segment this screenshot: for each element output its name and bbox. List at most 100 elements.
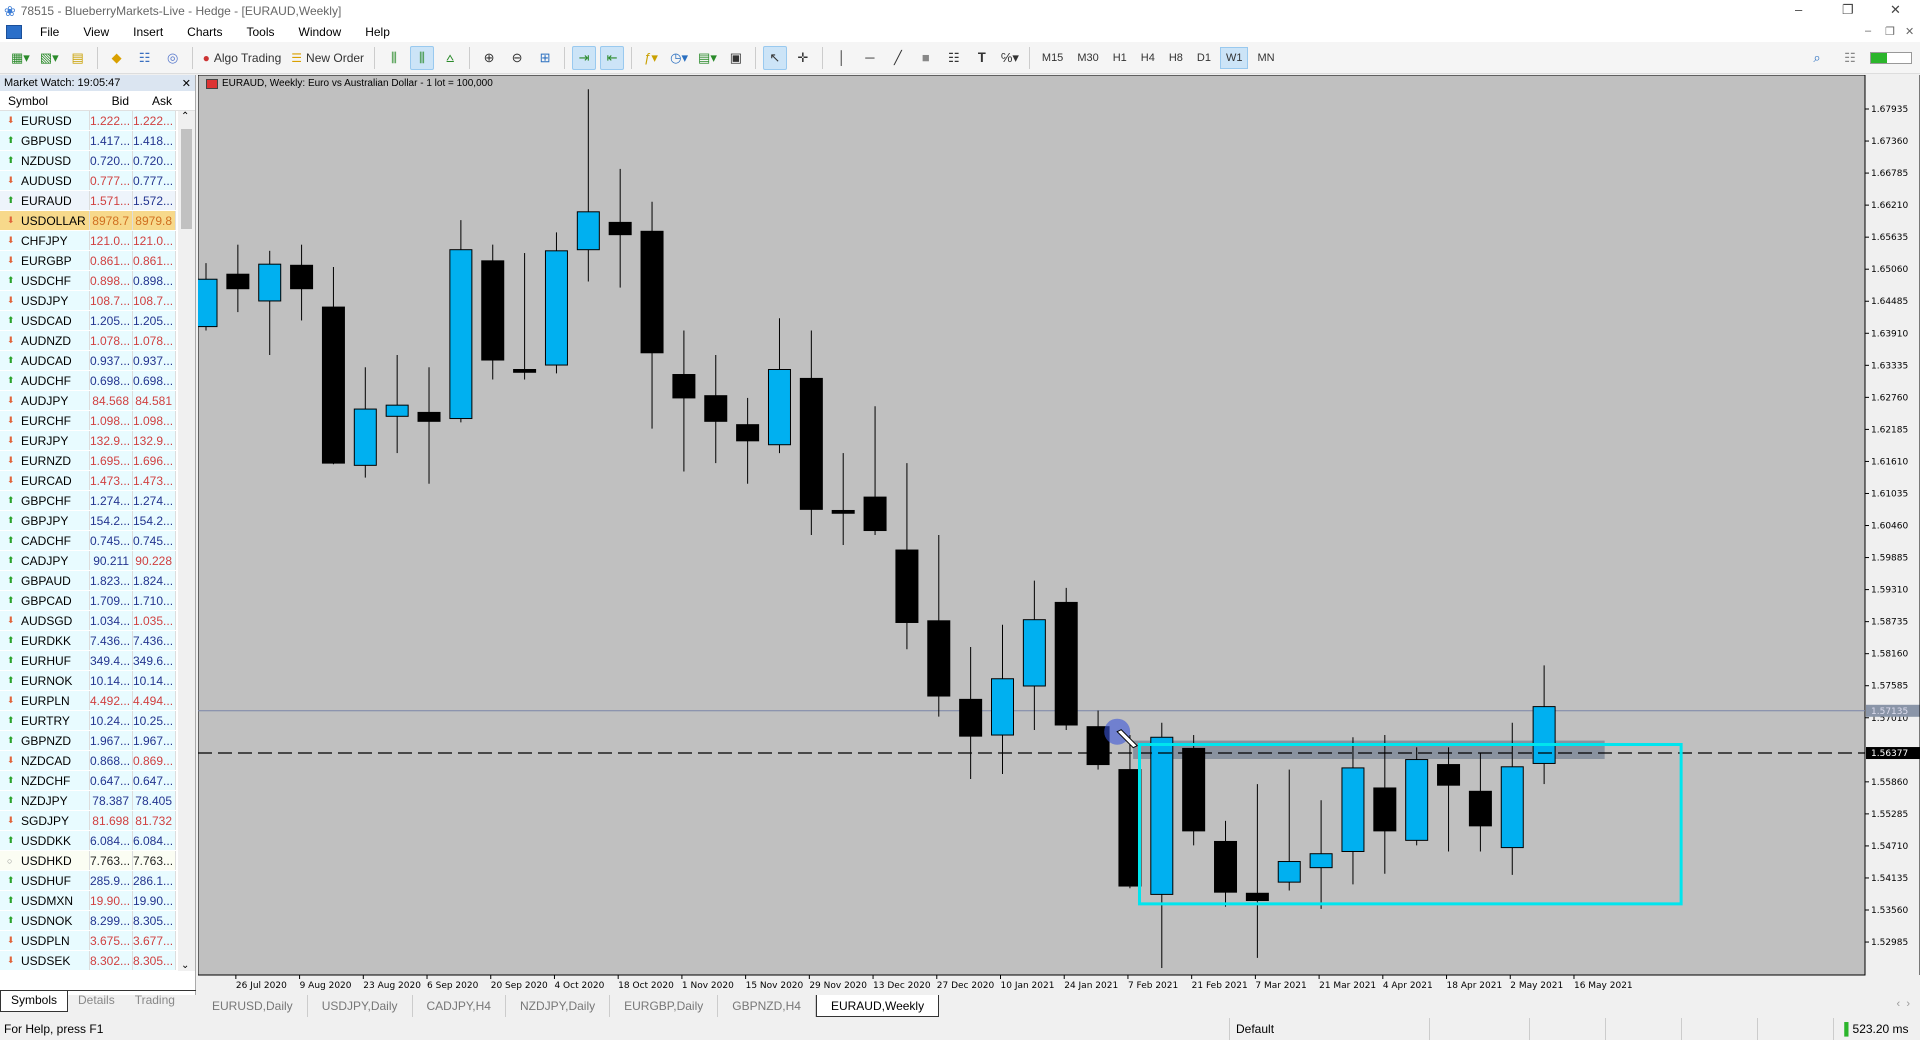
menu-tools[interactable]: Tools: [235, 25, 287, 39]
symbol-row[interactable]: ⬆ NZDJPY 78.387 78.405: [0, 791, 176, 811]
chart-tab[interactable]: EURUSD,Daily: [198, 995, 308, 1017]
navigator-icon[interactable]: ◆: [105, 46, 129, 70]
horizontal-line-icon[interactable]: ─: [858, 46, 882, 70]
zoom-out-icon[interactable]: ⊖: [505, 46, 529, 70]
auto-scroll-icon[interactable]: ⇥: [572, 45, 597, 70]
chart-tab[interactable]: CADJPY,H4: [413, 995, 506, 1017]
symbol-row[interactable]: ⬆ CADJPY 90.211 90.228: [0, 551, 176, 571]
search-icon[interactable]: ⌕: [1805, 46, 1829, 70]
symbol-row[interactable]: ⬇ EURCHF 1.098... 1.098...: [0, 411, 176, 431]
vertical-line-icon[interactable]: │: [830, 46, 854, 70]
symbol-row[interactable]: ⬇ SGDJPY 81.698 81.732: [0, 811, 176, 831]
symbol-row[interactable]: ⬇ AUDNZD 1.078... 1.078...: [0, 331, 176, 351]
symbol-row[interactable]: ⬆ CADCHF 0.745... 0.745...: [0, 531, 176, 551]
tab-trading[interactable]: Trading: [125, 991, 185, 1012]
crosshair-icon[interactable]: ✛: [791, 46, 815, 70]
menu-window[interactable]: Window: [287, 25, 354, 39]
mdi-close-button[interactable]: ✕: [1905, 25, 1914, 38]
timeframe-h1[interactable]: H1: [1108, 47, 1132, 69]
menu-view[interactable]: View: [71, 25, 121, 39]
symbol-row[interactable]: ⬆ GBPAUD 1.823... 1.824...: [0, 571, 176, 591]
indicators-icon[interactable]: ƒ▾: [639, 46, 663, 70]
chart-window-icon[interactable]: [6, 25, 22, 39]
symbol-row[interactable]: ⬆ AUDCAD 0.937... 0.937...: [0, 351, 176, 371]
mdi-minimize-button[interactable]: –: [1865, 25, 1871, 37]
bar-chart-icon[interactable]: ⫼: [382, 46, 406, 70]
symbol-row[interactable]: ⬆ EURHUF 349.4... 349.6...: [0, 651, 176, 671]
cursor-icon[interactable]: ↖: [762, 45, 787, 70]
column-bid[interactable]: Bid: [90, 94, 133, 108]
symbol-row[interactable]: ⬆ USDHUF 285.9... 286.1...: [0, 871, 176, 891]
price-chart[interactable]: 1.67935 1.67360 1.66785 1.66210 1.65635 1.650…: [194, 74, 1920, 995]
column-symbol[interactable]: Symbol: [0, 94, 90, 108]
symbol-row[interactable]: ⬆ EURAUD 1.571... 1.572...: [0, 191, 176, 211]
tile-windows-icon[interactable]: ⊞: [533, 46, 557, 70]
symbol-row[interactable]: ⬆ GBPUSD 1.417... 1.418...: [0, 131, 176, 151]
symbol-row[interactable]: ⬇ AUDSGD 1.034... 1.035...: [0, 611, 176, 631]
close-button[interactable]: ✕: [1890, 2, 1901, 18]
symbol-row[interactable]: ○ USDHKD 7.763... 7.763...: [0, 851, 176, 871]
rectangle-icon[interactable]: ■: [914, 46, 938, 70]
scroll-up-icon[interactable]: ⌃: [181, 111, 189, 122]
chart-tab[interactable]: EURGBP,Daily: [610, 995, 719, 1017]
symbol-row[interactable]: ⬆ USDNOK 8.299... 8.305...: [0, 911, 176, 931]
symbol-row[interactable]: ⬆ GBPJPY 154.2... 154.2...: [0, 511, 176, 531]
symbol-row[interactable]: ⬇ AUDJPY 84.568 84.581: [0, 391, 176, 411]
shapes-icon[interactable]: ℅▾: [998, 46, 1022, 70]
symbol-row[interactable]: ⬇ AUDUSD 0.777... 0.777...: [0, 171, 176, 191]
symbol-row[interactable]: ⬆ GBPNZD 1.967... 1.967...: [0, 731, 176, 751]
chart-tab-active[interactable]: EURAUD,Weekly: [815, 995, 940, 1017]
symbol-row[interactable]: ⬇ EURPLN 4.492... 4.494...: [0, 691, 176, 711]
menu-insert[interactable]: Insert: [121, 25, 175, 39]
symbol-row[interactable]: ⬇ EURNZD 1.695... 1.696...: [0, 451, 176, 471]
tab-details[interactable]: Details: [68, 991, 125, 1012]
symbol-row[interactable]: ⬆ USDMXN 19.90... 19.90...: [0, 891, 176, 911]
symbol-row[interactable]: ⬇ CHFJPY 121.0... 121.0...: [0, 231, 176, 251]
new-order-button[interactable]: ☰ New Order: [288, 46, 367, 70]
symbol-row[interactable]: ⬇ USDSEK 8.302... 8.305...: [0, 951, 176, 971]
symbol-row[interactable]: ⬆ NZDCHF 0.647... 0.647...: [0, 771, 176, 791]
symbol-row[interactable]: ⬇ EURJPY 132.9... 132.9...: [0, 431, 176, 451]
tab-symbols[interactable]: Symbols: [0, 991, 69, 1012]
timeframe-m15[interactable]: M15: [1037, 47, 1068, 69]
close-icon[interactable]: ✕: [182, 77, 191, 90]
fibonacci-icon[interactable]: ☷: [942, 46, 966, 70]
chart-window[interactable]: 1.67935 1.67360 1.66785 1.66210 1.65635 1.650…: [194, 74, 1920, 995]
symbol-row[interactable]: ⬆ GBPCAD 1.709... 1.710...: [0, 591, 176, 611]
symbol-row[interactable]: ⬇ EURCAD 1.473... 1.473...: [0, 471, 176, 491]
terminal-icon[interactable]: ☷: [133, 46, 157, 70]
profiles-icon[interactable]: ▧▾: [37, 46, 62, 70]
timeframe-h4[interactable]: H4: [1136, 47, 1160, 69]
line-chart-icon[interactable]: ⩟: [438, 46, 462, 70]
symbol-row[interactable]: ⬆ EURNOK 10.14... 10.14...: [0, 671, 176, 691]
chart-tab[interactable]: GBPNZD,H4: [718, 995, 816, 1017]
scrollbar-thumb[interactable]: [181, 129, 192, 229]
save-icon[interactable]: ▣: [724, 46, 748, 70]
market-watch-icon[interactable]: ▤: [66, 46, 90, 70]
signals-icon[interactable]: ◎: [161, 46, 185, 70]
scrollbar[interactable]: ⌃ ⌄: [178, 111, 195, 971]
chart-tab[interactable]: USDJPY,Daily: [308, 995, 413, 1017]
symbol-row[interactable]: ⬆ USDDKK 6.084... 6.084...: [0, 831, 176, 851]
minimize-button[interactable]: –: [1795, 2, 1802, 17]
menu-charts[interactable]: Charts: [175, 25, 234, 39]
symbol-row[interactable]: ⬆ USDCHF 0.898... 0.898...: [0, 271, 176, 291]
timeframe-d1[interactable]: D1: [1192, 47, 1216, 69]
symbol-row[interactable]: ⬆ EURTRY 10.24... 10.25...: [0, 711, 176, 731]
chart-shift-icon[interactable]: ⇤: [600, 45, 625, 70]
symbol-row[interactable]: ⬆ AUDCHF 0.698... 0.698...: [0, 371, 176, 391]
text-icon[interactable]: 𝐓: [970, 46, 994, 70]
tab-scroll-arrows[interactable]: ‹ ›: [1897, 998, 1910, 1010]
zoom-in-icon[interactable]: ⊕: [477, 46, 501, 70]
menu-file[interactable]: File: [28, 25, 71, 39]
templates-icon[interactable]: ▤▾: [695, 46, 720, 70]
symbol-row[interactable]: ⬆ USDCAD 1.205... 1.205...: [0, 311, 176, 331]
symbol-row[interactable]: ⬇ EURGBP 0.861... 0.861...: [0, 251, 176, 271]
symbol-row[interactable]: ⬇ NZDCAD 0.868... 0.869...: [0, 751, 176, 771]
column-ask[interactable]: Ask: [133, 94, 176, 108]
symbol-row[interactable]: ⬇ USDOLLAR 8978.7 8979.8: [0, 211, 176, 231]
periods-icon[interactable]: ◷▾: [667, 46, 691, 70]
chat-icon[interactable]: ☷: [1838, 46, 1862, 70]
timeframe-w1[interactable]: W1: [1219, 46, 1249, 69]
symbol-row[interactable]: ⬇ USDJPY 108.7... 108.7...: [0, 291, 176, 311]
